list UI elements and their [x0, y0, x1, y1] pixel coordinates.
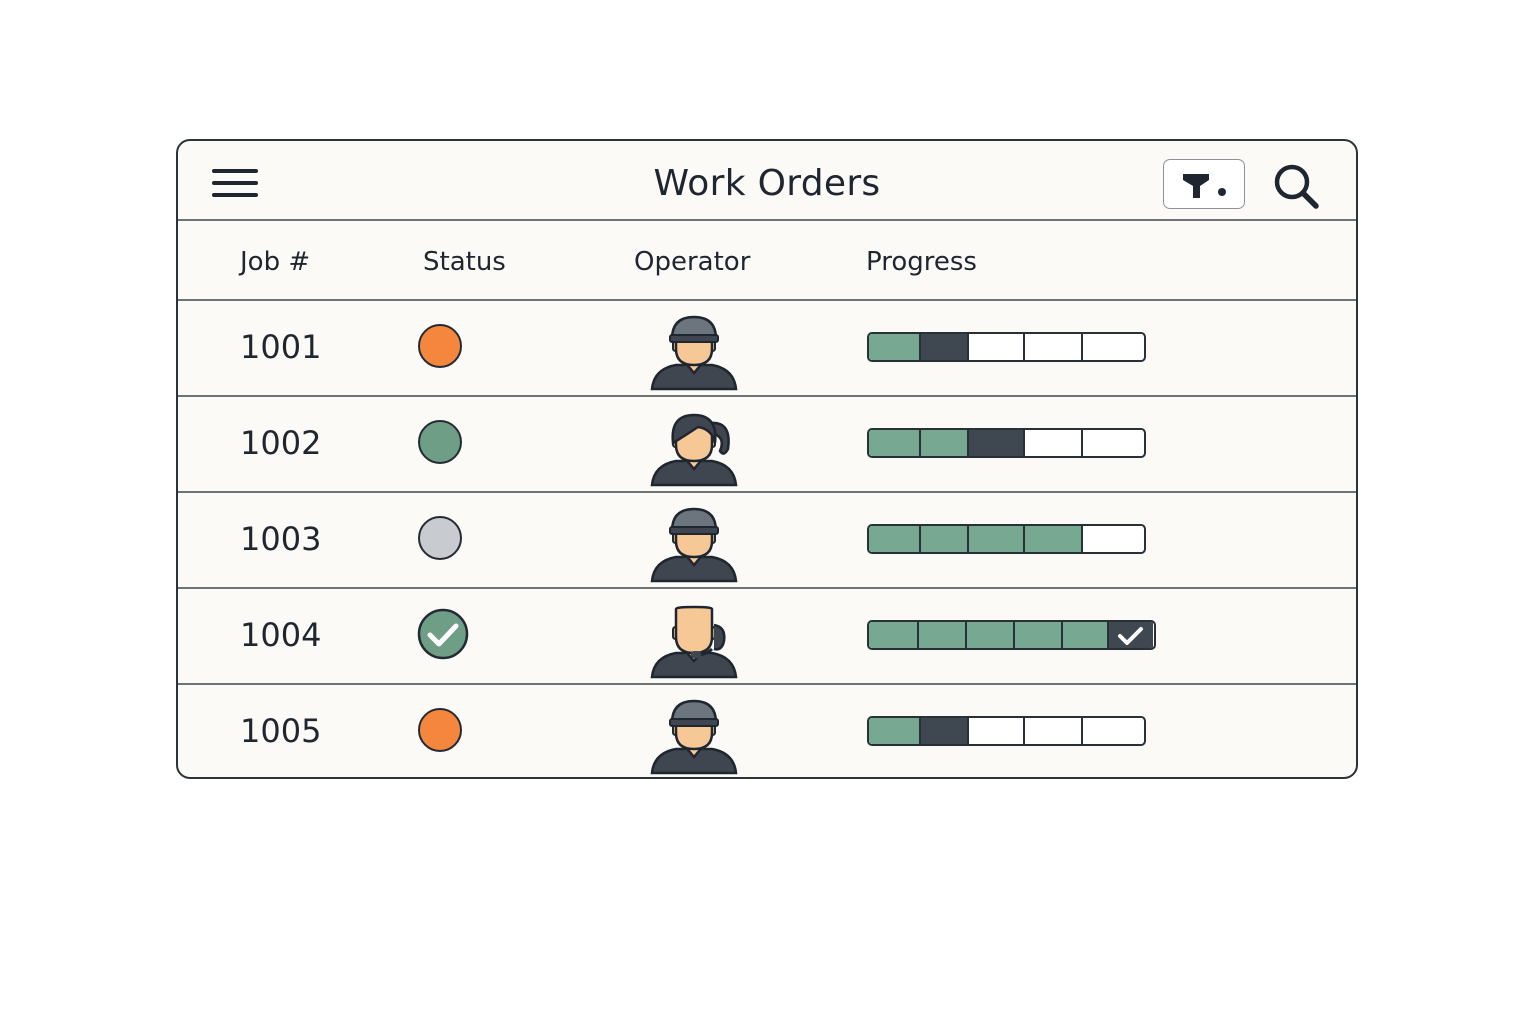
progress-segment-done — [869, 622, 919, 648]
column-header-job: Job # — [240, 247, 311, 277]
progress-segment-current — [1109, 622, 1153, 648]
progress-segment-done — [921, 526, 969, 552]
progress-segment-done — [1015, 622, 1063, 648]
progress-segment-todo — [969, 334, 1025, 360]
job-number: 1005 — [240, 712, 322, 750]
column-header-status: Status — [423, 247, 506, 277]
operator-cap-avatar-icon — [646, 499, 742, 583]
search-icon[interactable] — [1272, 161, 1322, 211]
progress-segment-done — [967, 622, 1015, 648]
progress-bar — [867, 428, 1146, 458]
job-number: 1002 — [240, 424, 322, 462]
progress-segment-done — [1025, 526, 1083, 552]
column-header-operator: Operator — [634, 247, 751, 277]
progress-segment-done — [869, 718, 921, 744]
progress-segment-done — [869, 334, 921, 360]
table-header: Job # Status Operator Progress — [178, 221, 1356, 301]
filter-button[interactable] — [1163, 159, 1245, 209]
progress-segment-current — [969, 430, 1025, 456]
progress-segment-todo — [1025, 430, 1083, 456]
progress-segment-todo — [1083, 334, 1143, 360]
progress-segment-done — [919, 622, 967, 648]
job-number: 1001 — [240, 328, 322, 366]
progress-segment-current — [921, 334, 969, 360]
progress-segment-todo — [1083, 430, 1143, 456]
job-number: 1003 — [240, 520, 322, 558]
table-row[interactable]: 1004 — [178, 589, 1356, 685]
status-indicator-in-progress — [418, 708, 462, 752]
progress-bar — [867, 716, 1146, 746]
column-header-progress: Progress — [866, 247, 977, 277]
progress-segment-done — [869, 430, 921, 456]
title-bar: Work Orders — [178, 141, 1356, 221]
progress-bar — [867, 620, 1156, 650]
filter-icon — [1183, 174, 1226, 198]
progress-segment-done — [1063, 622, 1109, 648]
status-indicator-idle — [418, 516, 462, 560]
work-orders-panel: Work Orders Job # Status Operator Progre… — [176, 139, 1358, 779]
operator-cap-avatar-icon — [646, 307, 742, 391]
progress-bar — [867, 524, 1146, 554]
progress-segment-todo — [1083, 526, 1143, 552]
progress-bar — [867, 332, 1146, 362]
table-row[interactable]: 1001 — [178, 301, 1356, 397]
progress-segment-done — [921, 430, 969, 456]
job-number: 1004 — [240, 616, 322, 654]
checkmark-icon — [1118, 627, 1143, 645]
progress-segment-done — [969, 526, 1025, 552]
operator-cap-avatar-icon — [646, 691, 742, 775]
status-complete-icon — [415, 608, 471, 660]
progress-segment-current — [921, 718, 969, 744]
status-indicator-in-progress — [418, 324, 462, 368]
progress-segment-todo — [1025, 718, 1083, 744]
progress-segment-todo — [969, 718, 1025, 744]
progress-segment-done — [869, 526, 921, 552]
table-row[interactable]: 1002 — [178, 397, 1356, 493]
progress-segment-todo — [1025, 334, 1083, 360]
status-indicator-active — [418, 420, 462, 464]
operator-ponytail-avatar-icon — [646, 403, 742, 487]
progress-segment-todo — [1083, 718, 1143, 744]
table-row[interactable]: 1005 — [178, 685, 1356, 777]
operator-headset-avatar-icon — [646, 595, 742, 679]
table-row[interactable]: 1003 — [178, 493, 1356, 589]
